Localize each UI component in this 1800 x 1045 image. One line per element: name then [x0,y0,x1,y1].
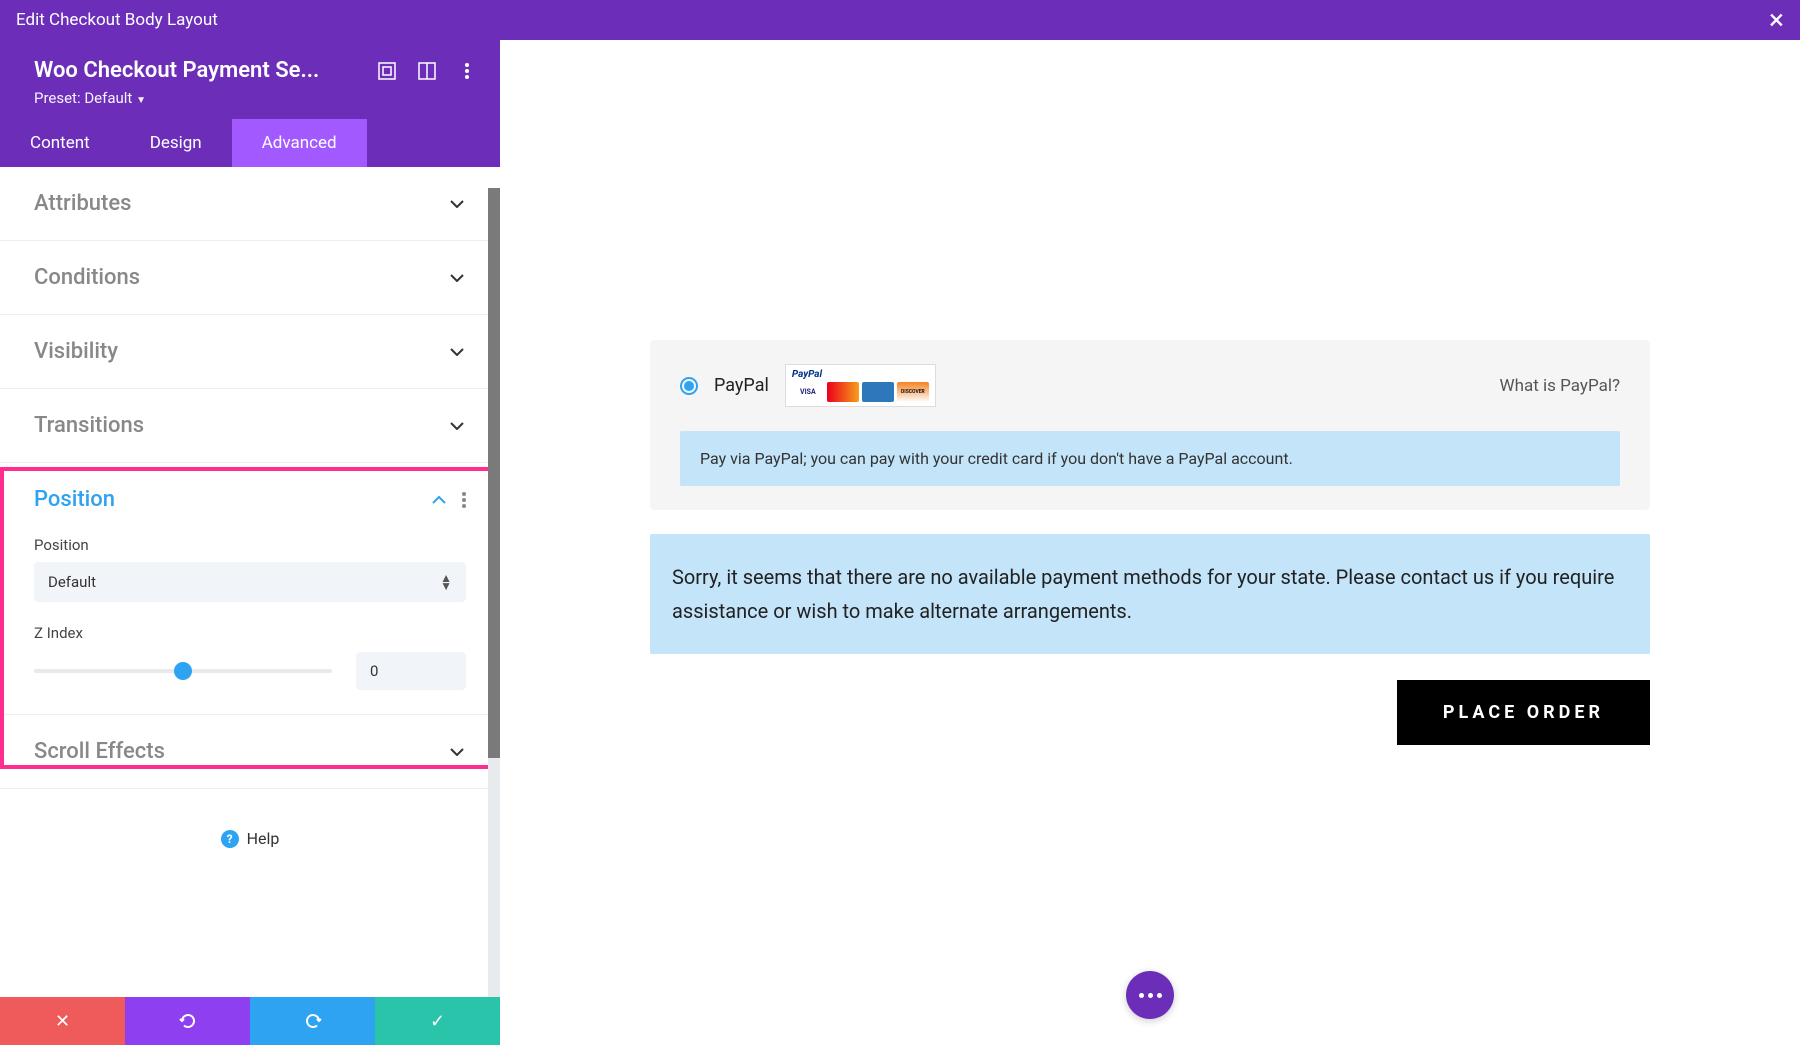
tab-design[interactable]: Design [120,119,232,167]
save-button[interactable]: ✓ [375,997,500,1045]
visa-card-icon: VISA [792,382,824,402]
panel-body: Attributes Conditions Visibility Transit… [0,167,500,997]
place-order-button[interactable]: PLACE ORDER [1397,680,1650,745]
section-title: Attributes [34,191,131,216]
section-position: Position Position Default ▲▼ Z Index [0,463,500,715]
section-position-head[interactable]: Position [0,463,500,536]
module-title: Woo Checkout Payment Se... [34,58,366,83]
section-transitions[interactable]: Transitions [0,389,500,463]
what-is-paypal-link[interactable]: What is PayPal? [1500,376,1620,396]
section-conditions[interactable]: Conditions [0,241,500,315]
settings-sidebar: Woo Checkout Payment Se... Preset: Defau… [0,40,500,1045]
module-header: Woo Checkout Payment Se... Preset: Defau… [0,40,500,119]
chevron-up-icon [430,491,448,509]
zindex-value[interactable]: 0 [356,652,466,690]
chevron-down-icon [448,343,466,361]
paypal-description: Pay via PayPal; you can pay with your cr… [680,431,1620,486]
paypal-radio[interactable] [680,377,698,395]
tab-advanced[interactable]: Advanced [232,119,367,167]
help-link[interactable]: ? Help [0,789,500,878]
amex-icon [862,382,894,402]
payment-methods-box: PayPal PayPal VISA DISCOVER What is PayP… [650,340,1650,510]
close-icon[interactable]: × [1769,6,1784,34]
dots-icon [1139,993,1162,998]
tabs: Content Design Advanced [0,119,500,167]
paypal-cards-image: PayPal VISA DISCOVER [785,364,936,407]
section-scroll-effects[interactable]: Scroll Effects [0,715,500,789]
section-title: Position [34,487,115,512]
no-payment-methods-notice: Sorry, it seems that there are no availa… [650,534,1650,654]
preview-canvas: PayPal PayPal VISA DISCOVER What is PayP… [500,40,1800,1045]
discover-icon: DISCOVER [897,382,929,402]
chevron-down-icon [448,195,466,213]
mastercard-icon [827,382,859,402]
columns-icon[interactable] [418,62,436,80]
scrollbar-track[interactable] [488,188,500,997]
bottom-actions: ✕ ✓ [0,997,500,1045]
kebab-icon[interactable] [462,492,466,508]
paypal-option-row[interactable]: PayPal PayPal VISA DISCOVER What is PayP… [680,364,1620,407]
topbar-title: Edit Checkout Body Layout [16,10,218,30]
paypal-label: PayPal [714,375,769,396]
slider-thumb[interactable] [174,662,192,680]
undo-button[interactable] [125,997,250,1045]
section-visibility[interactable]: Visibility [0,315,500,389]
zindex-slider[interactable] [34,669,332,673]
chevron-down-icon [448,269,466,287]
expand-icon[interactable] [378,62,396,80]
scrollbar-thumb[interactable] [488,188,500,758]
section-title: Conditions [34,265,140,290]
section-title: Visibility [34,339,118,364]
section-title: Transitions [34,413,144,438]
builder-fab[interactable] [1126,971,1174,1019]
position-select[interactable]: Default ▲▼ [34,562,466,602]
kebab-icon[interactable] [458,62,476,80]
preset-selector[interactable]: Preset: Default ▼ [34,89,476,107]
redo-button[interactable] [250,997,375,1045]
chevron-down-icon [448,743,466,761]
section-title: Scroll Effects [34,739,165,764]
tab-content[interactable]: Content [0,119,120,167]
zindex-field-label: Z Index [34,624,466,642]
discard-button[interactable]: ✕ [0,997,125,1045]
topbar: Edit Checkout Body Layout × [0,0,1800,40]
position-field-label: Position [34,536,466,554]
help-icon: ? [221,830,239,848]
chevron-down-icon [448,417,466,435]
section-attributes[interactable]: Attributes [0,167,500,241]
